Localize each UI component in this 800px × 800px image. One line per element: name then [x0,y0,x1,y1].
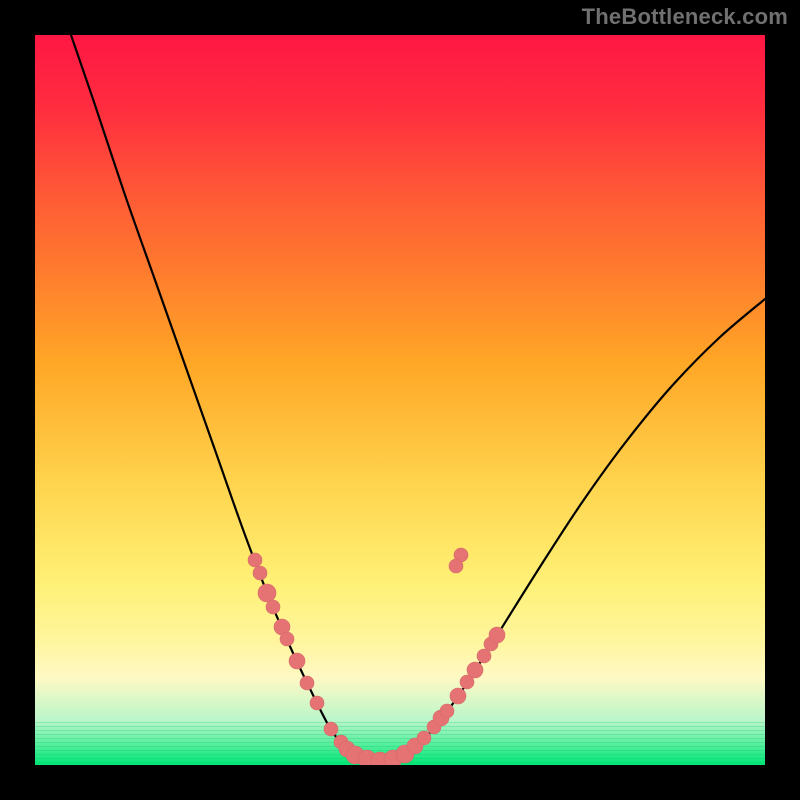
data-point [450,688,466,704]
data-point [300,676,314,690]
data-point [310,696,324,710]
data-point [489,627,505,643]
data-point [289,653,305,669]
watermark-text: TheBottleneck.com [582,4,788,30]
data-point [467,662,483,678]
curve-svg [35,35,765,765]
data-point [253,566,267,580]
data-point [266,600,280,614]
data-point [449,559,463,573]
data-point [477,649,491,663]
chart-frame: TheBottleneck.com [0,0,800,800]
plot-area [35,35,765,765]
data-point [417,731,431,745]
data-point [248,553,262,567]
bottleneck-curve [71,35,765,762]
data-point [280,632,294,646]
data-point [258,584,276,602]
data-point [440,704,454,718]
data-markers [248,548,505,765]
data-point [324,722,338,736]
